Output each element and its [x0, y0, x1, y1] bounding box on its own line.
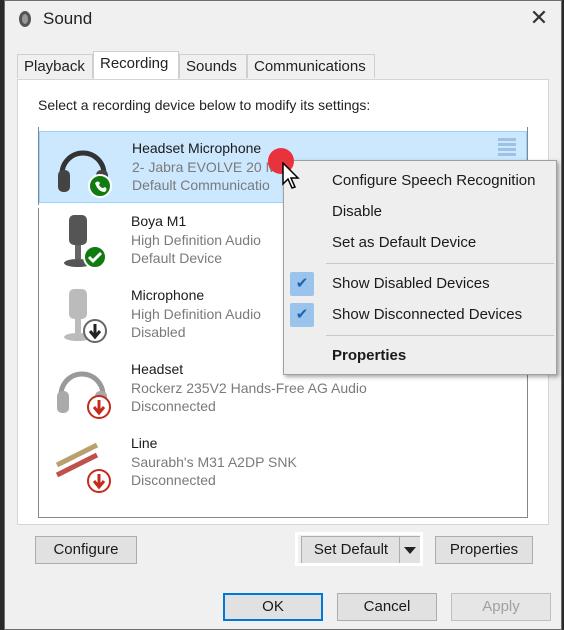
headset-disconnected-icon — [57, 371, 111, 419]
menu-item-label: Show Disabled Devices — [332, 275, 490, 292]
tab-recording[interactable]: Recording — [93, 51, 179, 79]
device-name: Line — [131, 435, 158, 451]
device-name: Headset — [131, 361, 184, 377]
ok-button[interactable]: OK — [223, 593, 323, 621]
properties-button[interactable]: Properties — [435, 536, 533, 564]
configure-button[interactable]: Configure — [35, 536, 137, 564]
menu-item-label: Disable — [332, 203, 383, 220]
close-button[interactable]: ✕ — [525, 5, 553, 31]
device-description: 2- Jabra EVOLVE 20 M — [132, 159, 278, 175]
device-name: Headset Microphone — [132, 140, 262, 156]
device-name: Boya M1 — [131, 213, 187, 229]
microphone-check-icon — [64, 215, 107, 269]
device-description: High Definition Audio — [131, 306, 261, 322]
tab-communications[interactable]: Communications — [247, 54, 375, 78]
menu-item-label: Configure Speech Recognition — [332, 172, 536, 189]
menu-item-label: Set as Default Device — [332, 234, 477, 251]
title-bar: Sound ✕ — [5, 1, 561, 37]
cancel-button[interactable]: Cancel — [337, 593, 437, 621]
menu-item-label: Properties — [332, 347, 407, 364]
device-description: High Definition Audio — [131, 232, 261, 248]
tab-sounds[interactable]: Sounds — [179, 54, 247, 78]
device-item-line[interactable]: Line Saurabh's M31 A2DP SNK Disconnected — [39, 427, 527, 499]
menu-item-properties[interactable]: Properties — [284, 340, 556, 371]
device-status: Default Device — [131, 250, 223, 266]
menu-item-show-disconnected[interactable]: ✔ Show Disconnected Devices — [284, 299, 556, 330]
instruction-text: Select a recording device below to modif… — [38, 97, 371, 113]
check-icon: ✔ — [290, 303, 314, 327]
menu-item-set-default[interactable]: Set as Default Device — [284, 227, 556, 258]
menu-item-show-disabled[interactable]: ✔ Show Disabled Devices — [284, 268, 556, 299]
context-menu: Configure Speech Recognition Disable Set… — [283, 160, 557, 375]
headset-phone-icon — [58, 150, 112, 198]
device-status: Disabled — [131, 324, 186, 340]
menu-separator — [326, 335, 554, 336]
speaker-icon — [19, 11, 31, 27]
device-status: Default Communicatio — [132, 177, 270, 193]
device-description: Rockerz 235V2 Hands-Free AG Audio — [131, 380, 367, 396]
device-description: Saurabh's M31 A2DP SNK — [131, 454, 297, 470]
level-meter — [498, 138, 516, 158]
line-in-disconnected-icon — [55, 442, 111, 493]
apply-button[interactable]: Apply — [451, 593, 551, 621]
microphone-disabled-icon — [64, 289, 107, 343]
tab-playback[interactable]: Playback — [17, 54, 93, 78]
menu-item-configure-speech[interactable]: Configure Speech Recognition — [284, 165, 556, 196]
set-default-highlight — [295, 532, 423, 566]
window-title: Sound — [43, 9, 93, 28]
device-name: Microphone — [131, 287, 205, 303]
menu-item-disable[interactable]: Disable — [284, 196, 556, 227]
mouse-cursor-icon — [282, 162, 300, 189]
device-status: Disconnected — [131, 398, 216, 414]
device-status: Disconnected — [131, 472, 216, 488]
menu-separator — [326, 263, 554, 264]
check-icon: ✔ — [290, 272, 314, 296]
menu-item-label: Show Disconnected Devices — [332, 306, 523, 323]
